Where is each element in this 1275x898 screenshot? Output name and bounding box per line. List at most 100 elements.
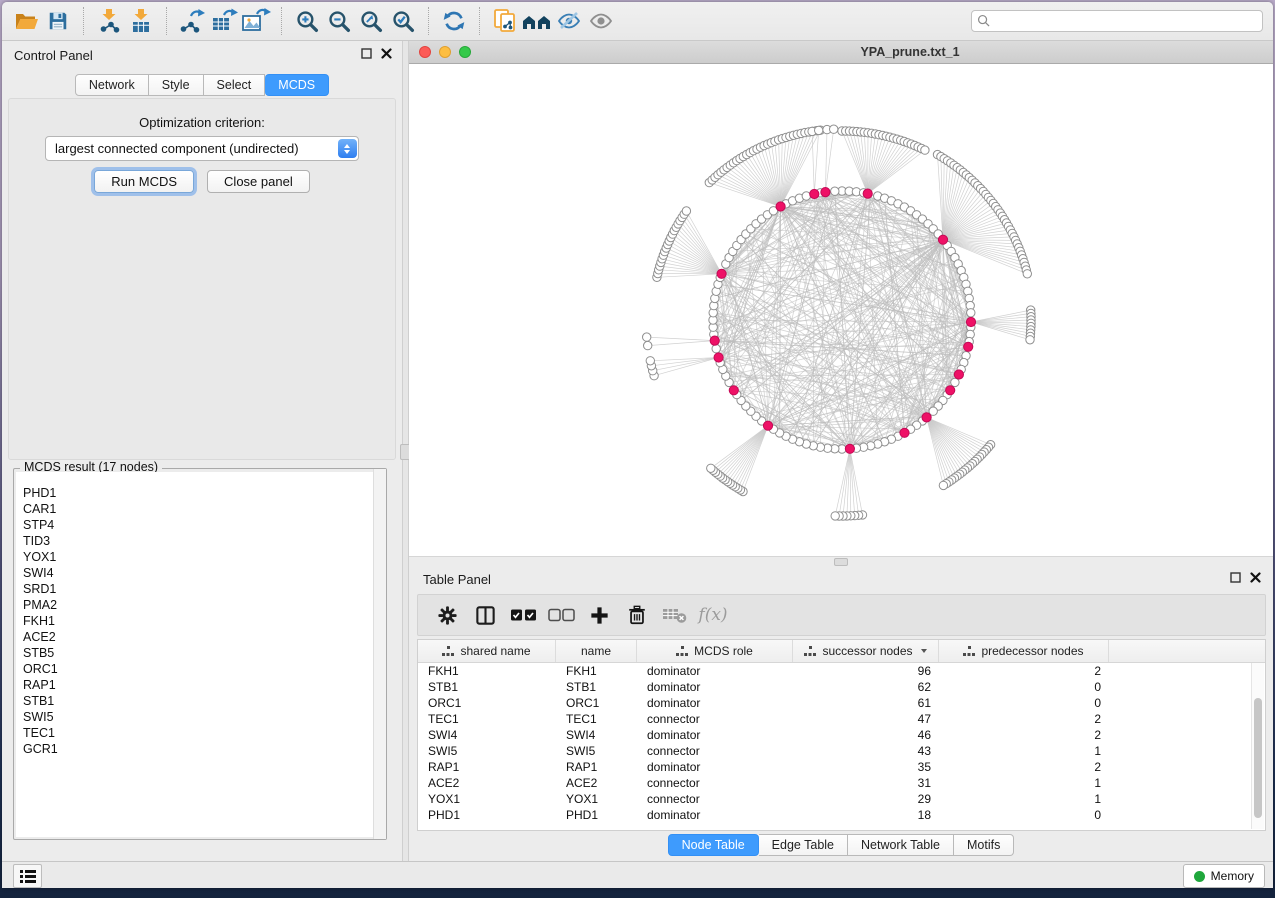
tab-select[interactable]: Select	[204, 74, 266, 96]
sort-caret-icon[interactable]	[921, 649, 927, 653]
network-view[interactable]	[409, 64, 1273, 556]
table-row[interactable]: ORC1ORC1dominator610	[418, 695, 1265, 711]
first-neighbors-icon[interactable]	[521, 6, 553, 36]
criterion-dropdown[interactable]: largest connected component (undirected)	[45, 136, 359, 161]
selected-network-node[interactable]	[729, 386, 738, 395]
table-row[interactable]: SWI5SWI5connector431	[418, 743, 1265, 759]
show-all-icon[interactable]	[585, 6, 617, 36]
selected-network-node[interactable]	[717, 269, 726, 278]
horizontal-splitter[interactable]	[409, 556, 1273, 567]
selected-network-node[interactable]	[863, 189, 872, 198]
refresh-icon[interactable]	[438, 6, 470, 36]
result-node[interactable]: STB5	[16, 645, 384, 661]
selected-network-node[interactable]	[776, 202, 785, 211]
selected-network-node[interactable]	[964, 342, 973, 351]
result-node[interactable]: TID3	[16, 533, 384, 549]
selected-network-node[interactable]	[810, 189, 819, 198]
mcds-result-list[interactable]: PHD1CAR1STP4TID3YOX1SWI4SRD1PMA2FKH1ACE2…	[16, 472, 384, 837]
run-mcds-button[interactable]: Run MCDS	[94, 170, 194, 193]
open-file-icon[interactable]	[10, 6, 42, 36]
zoom-out-icon[interactable]	[323, 6, 355, 36]
network-node[interactable]	[643, 333, 651, 341]
network-node[interactable]	[1023, 270, 1031, 278]
save-icon[interactable]	[42, 6, 74, 36]
result-list-scrollbar[interactable]	[373, 469, 386, 839]
result-node[interactable]: ACE2	[16, 629, 384, 645]
column-header-successor-nodes[interactable]: successor nodes	[793, 640, 939, 662]
add-column-icon[interactable]	[580, 598, 618, 632]
result-node[interactable]: FKH1	[16, 613, 384, 629]
network-node[interactable]	[939, 481, 947, 489]
network-node[interactable]	[802, 192, 810, 200]
selected-network-node[interactable]	[763, 421, 772, 430]
delete-table-icon[interactable]	[656, 598, 694, 632]
export-network-icon[interactable]	[176, 6, 208, 36]
result-node[interactable]: STB1	[16, 693, 384, 709]
import-network-icon[interactable]	[93, 6, 125, 36]
selected-network-node[interactable]	[821, 188, 830, 197]
result-node[interactable]: SRD1	[16, 581, 384, 597]
vertical-splitter[interactable]	[402, 41, 409, 861]
export-table-icon[interactable]	[208, 6, 240, 36]
table-row[interactable]: TEC1TEC1connector472	[418, 711, 1265, 727]
network-node[interactable]	[967, 309, 975, 317]
network-node[interactable]	[831, 187, 839, 195]
result-node[interactable]: GCR1	[16, 741, 384, 757]
table-row[interactable]: STB1STB1dominator620	[418, 679, 1265, 695]
selected-network-node[interactable]	[922, 413, 931, 422]
close-panel-icon[interactable]	[1250, 572, 1261, 583]
column-header-name[interactable]: name	[556, 640, 637, 662]
network-graph[interactable]	[409, 64, 1273, 556]
close-panel-button[interactable]: Close panel	[207, 170, 310, 193]
table-settings-icon[interactable]	[428, 598, 466, 632]
column-header-predecessor-nodes[interactable]: predecessor nodes	[939, 640, 1109, 662]
tab-node-table[interactable]: Node Table	[668, 834, 759, 856]
selected-network-node[interactable]	[845, 444, 854, 453]
column-header-shared-name[interactable]: shared name	[418, 640, 556, 662]
result-node[interactable]: ORC1	[16, 661, 384, 677]
zoom-window-icon[interactable]	[459, 46, 471, 58]
table-row[interactable]: PHD1PHD1dominator180	[418, 807, 1265, 823]
search-input[interactable]	[971, 10, 1263, 32]
float-panel-icon[interactable]	[1230, 572, 1241, 583]
network-node[interactable]	[815, 126, 823, 134]
zoom-fit-icon[interactable]	[355, 6, 387, 36]
result-node[interactable]: SWI4	[16, 565, 384, 581]
apply-function-icon[interactable]: f(x)	[694, 598, 732, 632]
selected-network-node[interactable]	[714, 353, 723, 362]
network-node[interactable]	[646, 357, 654, 365]
close-panel-icon[interactable]	[381, 48, 392, 59]
select-all-icon[interactable]	[504, 598, 542, 632]
close-window-icon[interactable]	[419, 46, 431, 58]
tab-motifs[interactable]: Motifs	[954, 834, 1014, 856]
toggle-panel-icon[interactable]	[466, 598, 504, 632]
result-node[interactable]: CAR1	[16, 501, 384, 517]
result-node[interactable]: TEC1	[16, 725, 384, 741]
tab-mcds[interactable]: MCDS	[265, 74, 329, 96]
hide-selected-icon[interactable]	[553, 6, 585, 36]
table-row[interactable]: FKH1FKH1dominator962	[418, 663, 1265, 679]
selected-network-node[interactable]	[954, 370, 963, 379]
network-node[interactable]	[712, 345, 720, 353]
result-node[interactable]: YOX1	[16, 549, 384, 565]
tab-network-table[interactable]: Network Table	[848, 834, 954, 856]
network-node[interactable]	[830, 125, 838, 133]
splitter-grip[interactable]	[834, 558, 848, 566]
selected-network-node[interactable]	[938, 235, 947, 244]
minimize-window-icon[interactable]	[439, 46, 451, 58]
deselect-all-icon[interactable]	[542, 598, 580, 632]
table-row[interactable]: YOX1YOX1connector291	[418, 791, 1265, 807]
float-panel-icon[interactable]	[361, 48, 372, 59]
selected-network-node[interactable]	[710, 336, 719, 345]
tab-edge-table[interactable]: Edge Table	[759, 834, 848, 856]
network-node[interactable]	[682, 207, 690, 215]
result-node[interactable]: STP4	[16, 517, 384, 533]
network-node[interactable]	[1026, 336, 1034, 344]
tab-network[interactable]: Network	[75, 74, 149, 96]
network-window-titlebar[interactable]: YPA_prune.txt_1	[409, 41, 1273, 64]
network-node[interactable]	[644, 341, 652, 349]
export-image-icon[interactable]	[240, 6, 272, 36]
task-history-button[interactable]	[13, 864, 42, 888]
result-node[interactable]: PMA2	[16, 597, 384, 613]
memory-button[interactable]: Memory	[1183, 864, 1265, 888]
